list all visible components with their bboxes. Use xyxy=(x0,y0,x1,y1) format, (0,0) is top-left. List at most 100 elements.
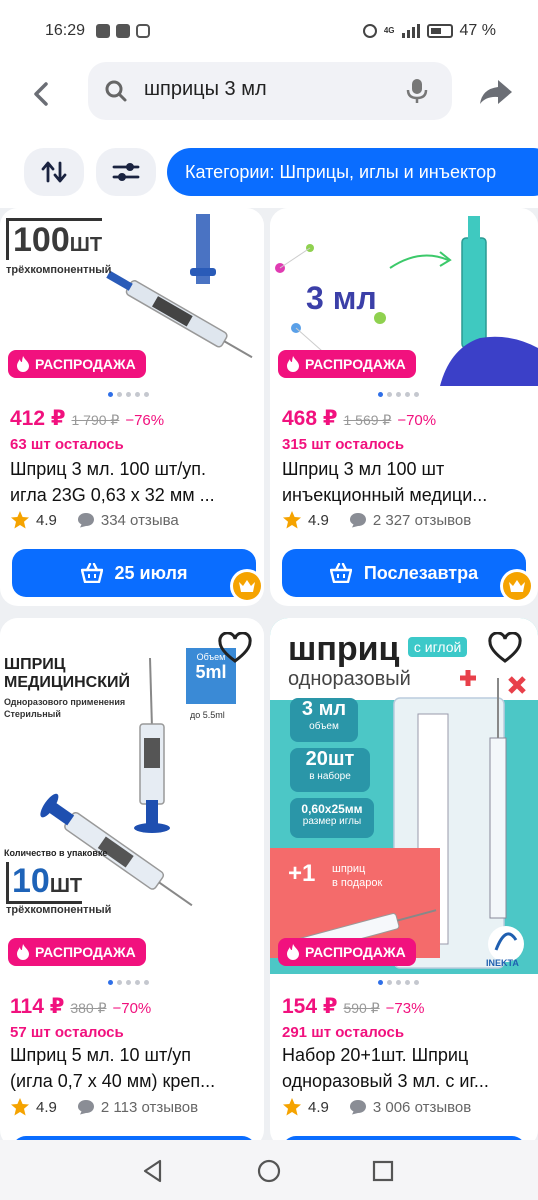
star-icon xyxy=(11,1098,29,1116)
promo-text: шприц в подарок xyxy=(332,863,383,889)
add-to-cart-button[interactable]: Послезавтра xyxy=(282,549,526,597)
sale-badge: РАСПРОДАЖА xyxy=(278,350,416,378)
favorite-heart-icon[interactable] xyxy=(488,632,522,664)
product-title[interactable]: Набор 20+1шт. Шприц одноразовый 3 мл. с … xyxy=(282,1042,526,1094)
product-card[interactable]: 3 мл РАСПРОДАЖА 468 ₽ 1 569 ₽ −70% 315 ш… xyxy=(270,208,538,606)
spec-needle: 0,60x25мм размер иглы xyxy=(290,798,374,838)
image-subheading: одноразовый xyxy=(288,668,411,690)
product-card[interactable]: 100ШТ трёхкомпонентный РАСПРОДАЖА 412 ₽ … xyxy=(0,208,264,606)
image-pager-dots xyxy=(108,392,149,397)
sale-badge: РАСПРОДАЖА xyxy=(8,350,146,378)
system-navigation-bar xyxy=(0,1140,538,1200)
reviews-count: 334 отзыва xyxy=(100,511,179,529)
product-image[interactable]: ШПРИЦ МЕДИЦИНСКИЙ Одноразового применени… xyxy=(0,618,264,948)
fire-icon xyxy=(17,356,29,372)
discount: −70% xyxy=(112,1000,152,1017)
signal-icon xyxy=(401,24,420,38)
battery-icon xyxy=(426,24,453,38)
alarm-icon xyxy=(362,24,377,38)
status-bar: 16:29 4G 47 % xyxy=(0,0,538,62)
price-row: 154 ₽ 590 ₽ −73% xyxy=(282,994,424,1019)
reviews-bubble-icon xyxy=(349,1100,366,1115)
product-image[interactable]: шприц с иглой одноразовый 3 мл объем 20ш… xyxy=(270,618,538,974)
search-query: шприцы 3 мл xyxy=(144,78,267,100)
pack-label: Количество в упаковке xyxy=(4,848,108,858)
rating-value: 4.9 xyxy=(36,511,57,529)
price-row: 412 ₽ 1 790 ₽ −76% xyxy=(10,406,164,431)
spec-count: 20шт в наборе xyxy=(290,748,370,792)
price-row: 114 ₽ 380 ₽ −70% xyxy=(10,994,151,1019)
product-card[interactable]: шприц с иглой одноразовый 3 мл объем 20ш… xyxy=(270,618,538,1148)
delivery-date: 25 июля xyxy=(114,562,188,583)
basket-icon xyxy=(80,563,103,583)
rating-row: 4.9 334 отзыва xyxy=(10,510,179,530)
basket-icon xyxy=(329,563,352,583)
crown-icon xyxy=(509,580,525,592)
image-subheading: Одноразового применения Стерильный xyxy=(4,697,126,719)
old-price: 380 ₽ xyxy=(70,1000,107,1016)
network-type: 4G xyxy=(383,26,395,35)
share-icon[interactable] xyxy=(478,76,514,108)
stock-left: 57 шт осталось xyxy=(10,1024,124,1041)
price: 468 ₽ xyxy=(282,407,338,430)
notification-icon xyxy=(116,24,130,38)
add-to-cart-button[interactable]: 25 июля xyxy=(12,549,256,597)
image-volume-label: 3 мл xyxy=(306,280,377,316)
star-icon xyxy=(283,1098,301,1116)
battery-percent: 47 % xyxy=(459,22,496,39)
premium-badge xyxy=(230,569,264,603)
image-subtitle: трёхкомпонентный xyxy=(6,264,112,276)
filter-button[interactable] xyxy=(96,148,156,196)
instagram-icon xyxy=(136,24,150,38)
back-arrow-icon[interactable] xyxy=(24,76,60,112)
filter-sliders-icon xyxy=(112,163,140,181)
nav-home-icon[interactable] xyxy=(256,1158,282,1184)
product-card[interactable]: ШПРИЦ МЕДИЦИНСКИЙ Одноразового применени… xyxy=(0,618,264,1148)
reviews-count: 3 006 отзывов xyxy=(372,1098,472,1116)
price-row: 468 ₽ 1 569 ₽ −70% xyxy=(282,406,436,431)
sale-badge: РАСПРОДАЖА xyxy=(8,938,146,966)
notification-icons xyxy=(96,24,150,38)
crown-icon xyxy=(239,580,255,592)
price: 412 ₽ xyxy=(10,407,66,430)
stock-left: 63 шт осталось xyxy=(10,436,124,453)
old-price: 1 790 ₽ xyxy=(71,412,120,428)
search-header: шприцы 3 мл xyxy=(0,62,538,126)
notification-icon xyxy=(96,24,110,38)
count-label: 10ШТ xyxy=(6,862,83,904)
sort-button[interactable] xyxy=(24,148,84,196)
star-icon xyxy=(11,511,29,529)
filter-bar: Категории: Шприцы, иглы и инъектор xyxy=(0,126,538,208)
image-pager-dots xyxy=(378,980,419,985)
nav-recent-apps-icon[interactable] xyxy=(370,1158,396,1184)
nav-back-icon[interactable] xyxy=(140,1158,166,1184)
microphone-icon[interactable] xyxy=(406,78,428,104)
image-pager-dots xyxy=(108,980,149,985)
image-pager-dots xyxy=(378,392,419,397)
reviews-bubble-icon xyxy=(349,513,366,528)
product-title[interactable]: Шприц 5 мл. 10 шт/уп (игла 0,7 х 40 мм) … xyxy=(10,1042,254,1094)
status-time: 16:29 xyxy=(45,22,86,39)
reviews-bubble-icon xyxy=(77,1100,94,1115)
old-price: 1 569 ₽ xyxy=(343,412,392,428)
favorite-heart-icon[interactable] xyxy=(218,632,252,664)
fire-icon xyxy=(287,944,299,960)
category-chip[interactable]: Категории: Шприцы, иглы и инъектор xyxy=(167,148,538,196)
search-input[interactable]: шприцы 3 мл xyxy=(88,62,452,120)
brand-label: INEKTA xyxy=(486,958,519,968)
fire-icon xyxy=(287,356,299,372)
product-title[interactable]: Шприц 3 мл 100 шт инъекционный медици... xyxy=(282,456,526,508)
status-right: 4G 47 % xyxy=(362,22,496,40)
delivery-date: Послезавтра xyxy=(363,562,479,583)
image-heading: шприц с иглой xyxy=(288,630,468,669)
volume-note: до 5.5ml xyxy=(190,710,225,720)
search-icon xyxy=(105,80,127,102)
product-title[interactable]: Шприц 3 мл. 100 шт/уп. игла 23G 0,63 х 3… xyxy=(10,456,254,508)
rating-row: 4.9 2 327 отзывов xyxy=(282,510,471,530)
old-price: 590 ₽ xyxy=(343,1000,380,1016)
rating-value: 4.9 xyxy=(36,1098,57,1116)
price: 114 ₽ xyxy=(10,995,65,1018)
stock-left: 315 шт осталось xyxy=(282,436,405,453)
discount: −76% xyxy=(125,412,165,429)
reviews-count: 2 113 отзывов xyxy=(100,1098,199,1116)
